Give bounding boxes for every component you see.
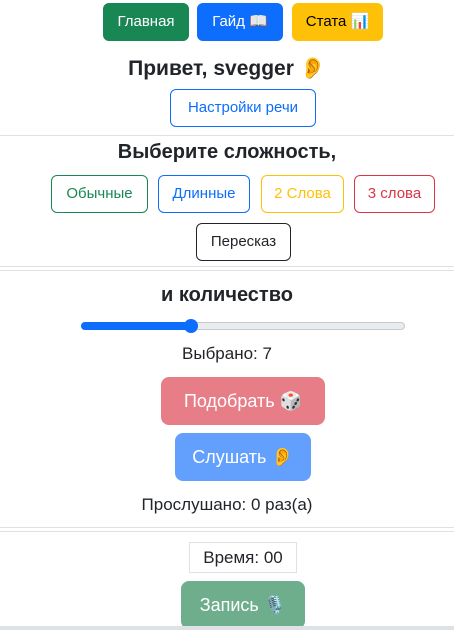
count-heading: и количество [161, 284, 293, 306]
nav-guide-button[interactable]: Гайд 📖 [197, 3, 283, 41]
pick-button[interactable]: Подобрать 🎲 [161, 377, 325, 425]
difficulty-retell-button[interactable]: Пересказ [196, 223, 291, 261]
bottom-divider [0, 626, 454, 630]
selected-count-text: Выбрано: 7 [182, 344, 272, 363]
timer-display: Время: 00 [189, 542, 297, 573]
nav-stats-button[interactable]: Стата 📊 [292, 3, 383, 41]
listened-count-text: Прослушано: 0 раз(а) [141, 495, 313, 514]
listen-button[interactable]: Слушать 👂 [175, 433, 311, 481]
difficulty-heading: Выберите сложность, [117, 141, 337, 163]
divider [0, 270, 454, 271]
difficulty-normal-button[interactable]: Обычные [51, 175, 148, 213]
difficulty-long-button[interactable]: Длинные [158, 175, 250, 213]
divider [0, 135, 454, 136]
difficulty-two-words-button[interactable]: 2 Слова [261, 175, 344, 213]
divider [0, 527, 454, 528]
slider-thumb[interactable] [184, 319, 198, 333]
record-button[interactable]: Запись 🎙️ [181, 581, 305, 629]
difficulty-three-words-button[interactable]: 3 слова [354, 175, 435, 213]
greeting-heading: Привет, svegger 👂 [128, 57, 326, 80]
count-slider[interactable] [81, 319, 405, 333]
divider [0, 531, 454, 532]
speech-settings-button[interactable]: Настройки речи [170, 89, 316, 127]
slider-fill [81, 322, 191, 330]
nav-home-button[interactable]: Главная [103, 3, 189, 41]
divider [0, 266, 454, 267]
nav-bar: Главная Гайд 📖 Стата 📊 [0, 3, 454, 41]
